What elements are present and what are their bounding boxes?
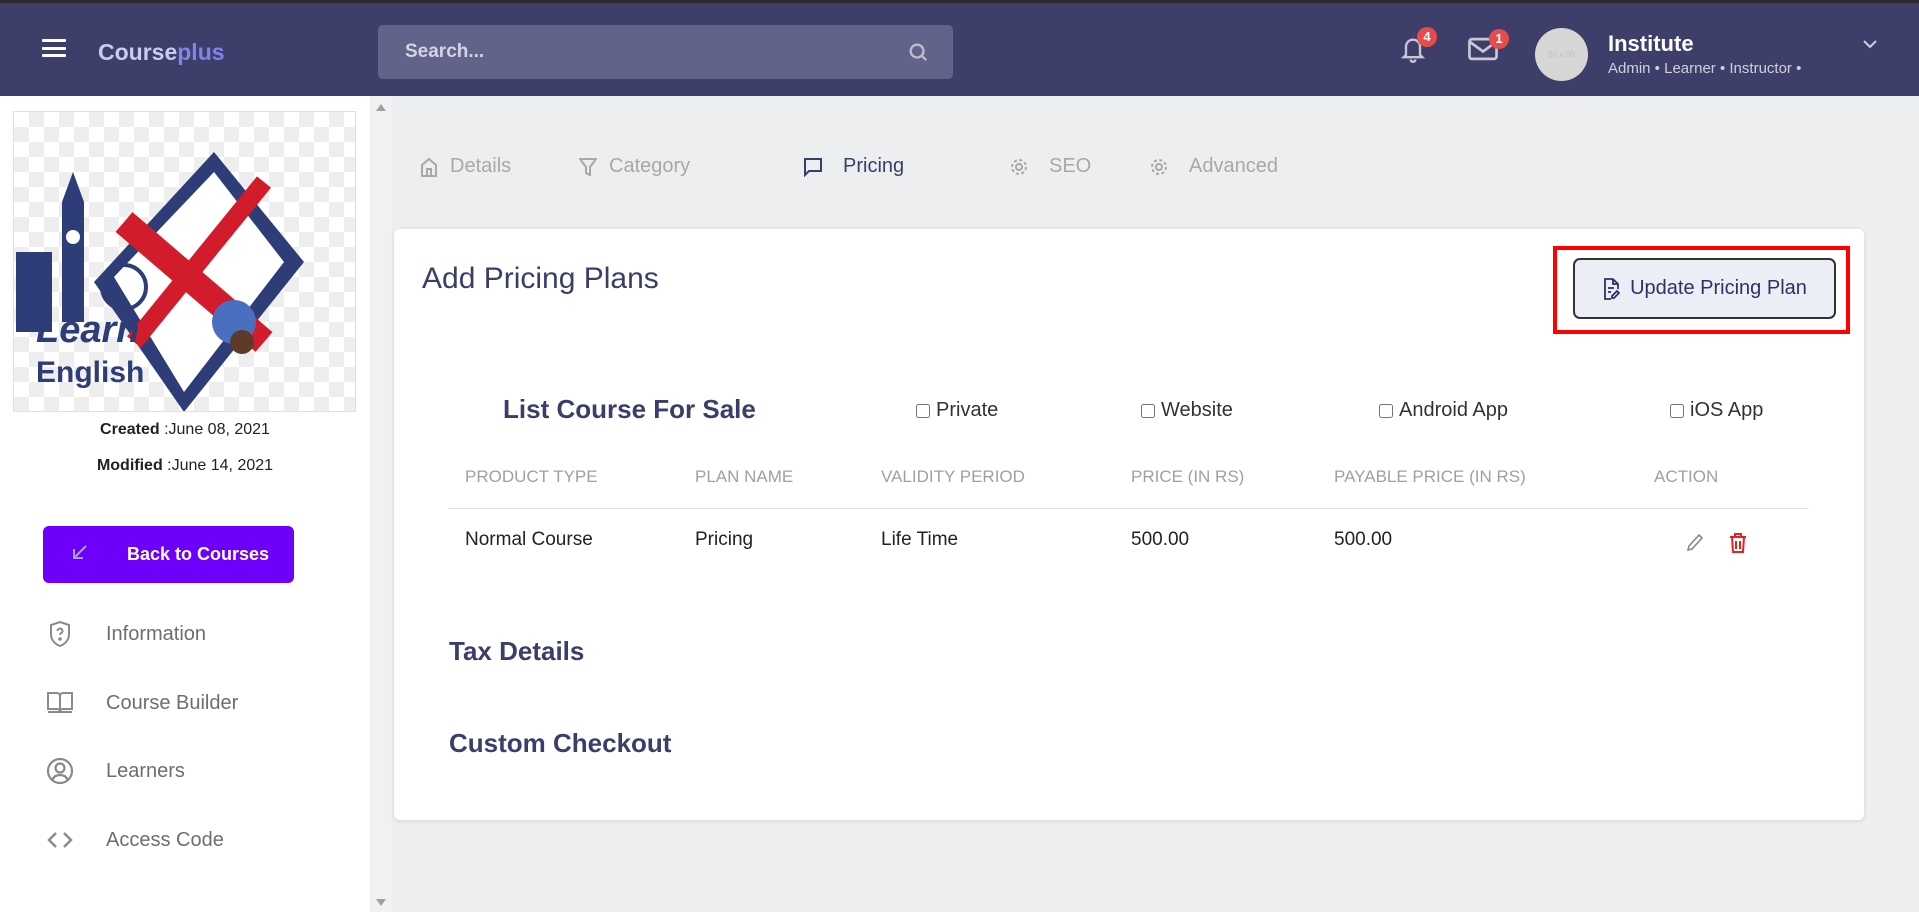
message-square-icon [803, 157, 823, 177]
column-header: PRODUCT TYPE [465, 467, 598, 487]
user-circle-icon [46, 757, 74, 785]
created-date: Created :June 08, 2021 [0, 421, 370, 439]
checkbox-label: Android App [1399, 399, 1508, 422]
website-checkbox[interactable] [1141, 404, 1155, 418]
cell-product-type: Normal Course [465, 529, 593, 551]
tab-label: Details [450, 155, 511, 178]
checkbox-label: Website [1161, 399, 1233, 422]
sidebar-item-label: Information [106, 623, 206, 646]
user-name[interactable]: Institute [1608, 31, 1694, 57]
sidebar-item-information[interactable]: Information [46, 620, 206, 648]
arrow-down-left-icon [71, 543, 89, 561]
svg-text:Learn: Learn [36, 309, 139, 351]
course-thumbnail: Learn English [13, 111, 356, 412]
brand-main: Course [98, 39, 177, 65]
created-label: Created [100, 421, 160, 438]
file-edit-icon [1602, 278, 1620, 300]
update-button-label: Update Pricing Plan [1630, 277, 1807, 300]
cell-payable-price: 500.00 [1334, 529, 1392, 551]
notifications-badge: 4 [1417, 27, 1437, 47]
list-course-for-sale-label: List Course For Sale [503, 394, 756, 425]
back-to-courses-button[interactable]: Back to Courses [43, 526, 294, 583]
code-icon [46, 826, 74, 854]
svg-text:English: English [36, 356, 144, 389]
tab-seo[interactable]: SEO [1009, 155, 1091, 178]
sidebar-item-label: Learners [106, 760, 185, 783]
sidebar-item-access-code[interactable]: Access Code [46, 826, 224, 854]
gear-icon [1149, 157, 1169, 177]
tax-details-heading[interactable]: Tax Details [449, 636, 584, 667]
modified-date: Modified :June 14, 2021 [0, 457, 370, 475]
update-pricing-plan-button[interactable]: Update Pricing Plan [1573, 258, 1836, 319]
brand-accent: plus [177, 39, 224, 65]
column-header: PRICE (IN RS) [1131, 467, 1244, 487]
pricing-card: Add Pricing Plans Update Pricing Plan Li… [394, 229, 1864, 820]
custom-checkout-heading[interactable]: Custom Checkout [449, 728, 671, 759]
tab-advanced[interactable]: Advanced [1149, 155, 1278, 178]
tab-label: Advanced [1189, 155, 1278, 178]
user-roles: Admin • Learner • Instructor • [1608, 60, 1801, 77]
messages-button[interactable]: 1 [1467, 35, 1499, 68]
sidebar-item-course-builder[interactable]: Course Builder [46, 689, 238, 717]
filter-icon [579, 157, 597, 177]
created-value: :June 08, 2021 [164, 421, 270, 438]
tab-label: Pricing [843, 155, 904, 178]
chevron-down-icon[interactable] [1862, 38, 1878, 50]
tab-details[interactable]: Details [420, 155, 511, 178]
gear-icon [1009, 157, 1029, 177]
column-header: VALIDITY PERIOD [881, 467, 1025, 487]
checkbox-android-app[interactable]: Android App [1379, 399, 1508, 422]
trash-icon[interactable] [1729, 532, 1747, 554]
checkbox-ios-app[interactable]: iOS App [1670, 399, 1763, 422]
sidebar-item-learners[interactable]: Learners [46, 757, 185, 785]
scroll-down-icon[interactable] [376, 899, 386, 906]
search-icon[interactable] [907, 41, 929, 63]
modified-value: :June 14, 2021 [167, 457, 273, 474]
checkbox-website[interactable]: Website [1141, 399, 1233, 422]
cell-validity-period: Life Time [881, 529, 958, 551]
page-title: Add Pricing Plans [422, 262, 659, 296]
cell-price: 500.00 [1131, 529, 1189, 551]
book-open-icon [46, 689, 74, 717]
android-app-checkbox[interactable] [1379, 404, 1393, 418]
tab-category[interactable]: Category [579, 155, 690, 178]
private-checkbox[interactable] [916, 404, 930, 418]
messages-badge: 1 [1489, 29, 1509, 49]
column-header: ACTION [1654, 467, 1718, 487]
tab-pricing[interactable]: Pricing [803, 155, 904, 178]
back-button-label: Back to Courses [127, 544, 269, 565]
home-icon [420, 157, 438, 177]
tab-label: SEO [1049, 155, 1091, 178]
search-placeholder: Search... [405, 41, 484, 63]
checkbox-private[interactable]: Private [916, 399, 998, 422]
notifications-button[interactable]: 4 [1399, 33, 1427, 70]
column-header: PAYABLE PRICE (IN RS) [1334, 467, 1526, 487]
shield-question-icon [46, 620, 74, 648]
brand-logo[interactable]: Courseplus [98, 39, 225, 66]
table-divider [448, 508, 1809, 509]
tab-label: Category [609, 155, 690, 178]
sidebar-item-label: Course Builder [106, 692, 238, 715]
edit-icon[interactable] [1686, 533, 1704, 553]
search-input[interactable]: Search... [378, 25, 953, 79]
ios-app-checkbox[interactable] [1670, 404, 1684, 418]
top-bar: Courseplus Search... 4 1 50 x 50 Institu… [0, 0, 1919, 96]
column-header: PLAN NAME [695, 467, 793, 487]
menu-icon[interactable] [42, 39, 66, 57]
checkbox-label: iOS App [1690, 399, 1763, 422]
sidebar-scrollbar[interactable] [370, 96, 392, 912]
sidebar-item-label: Access Code [106, 829, 224, 852]
modified-label: Modified [97, 457, 163, 474]
scroll-up-icon[interactable] [376, 104, 386, 111]
cell-plan-name: Pricing [695, 529, 753, 551]
checkbox-label: Private [936, 399, 998, 422]
avatar[interactable]: 50 x 50 [1535, 28, 1588, 81]
